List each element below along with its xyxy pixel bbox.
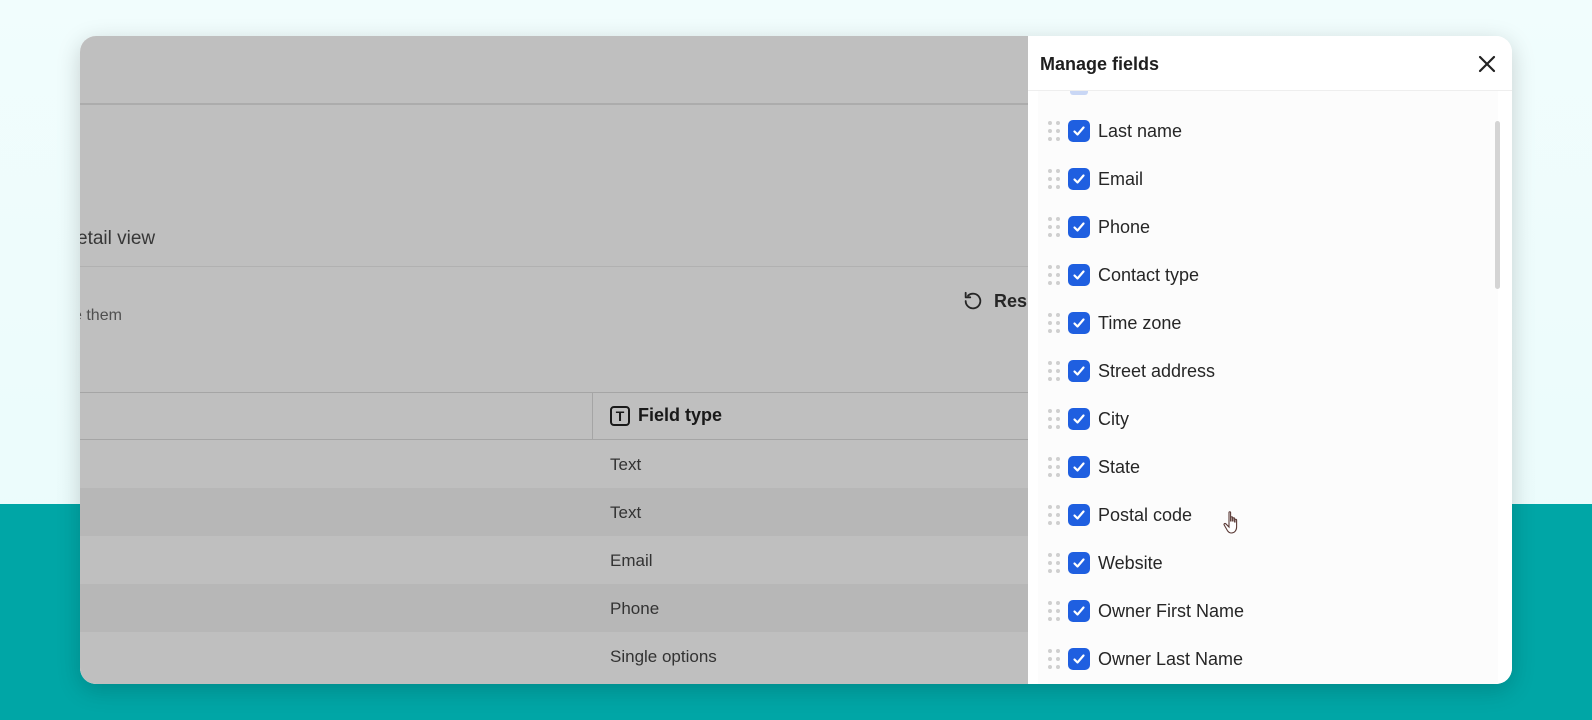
close-icon	[1478, 55, 1496, 73]
field-checkbox[interactable]	[1068, 216, 1090, 238]
partial-checkbox	[1070, 91, 1088, 95]
checkmark-icon	[1073, 558, 1085, 568]
field-list-item[interactable]: Last name	[1038, 111, 1182, 151]
field-checkbox[interactable]	[1068, 552, 1090, 574]
scrollbar-thumb[interactable]	[1495, 121, 1500, 289]
drag-handle-icon[interactable]	[1048, 504, 1060, 526]
field-checkbox[interactable]	[1068, 120, 1090, 142]
field-list-item[interactable]: Owner Last Name	[1038, 639, 1243, 679]
checkmark-icon	[1073, 654, 1085, 664]
manage-fields-panel: Manage fields Last name Email Phone Contact…	[1028, 36, 1512, 684]
checkmark-icon	[1073, 270, 1085, 280]
drag-handle-icon[interactable]	[1048, 216, 1060, 238]
field-label: State	[1098, 456, 1141, 477]
panel-title: Manage fields	[1040, 54, 1160, 74]
drag-handle-icon[interactable]	[1048, 648, 1060, 670]
field-list-item[interactable]: Phone	[1038, 207, 1150, 247]
field-checkbox[interactable]	[1068, 360, 1090, 382]
field-label: Owner First Name	[1098, 600, 1245, 621]
checkmark-icon	[1073, 462, 1085, 472]
field-label: Email	[1098, 168, 1144, 189]
field-list-item[interactable]: Postal code	[1038, 495, 1192, 535]
field-label: Owner Last Name	[1098, 648, 1244, 669]
drag-handle-icon[interactable]	[1048, 600, 1060, 622]
modal-overlay[interactable]	[80, 36, 1028, 684]
hand-cursor-icon	[1223, 511, 1238, 534]
drag-handle-icon[interactable]	[1048, 168, 1060, 190]
checkmark-icon	[1073, 126, 1085, 136]
checkmark-icon	[1073, 174, 1085, 184]
field-checkbox[interactable]	[1068, 408, 1090, 430]
field-list-item[interactable]: Owner First Name	[1038, 591, 1244, 631]
drag-handle-icon[interactable]	[1048, 120, 1060, 142]
field-checkbox[interactable]	[1068, 504, 1090, 526]
close-button[interactable]	[1476, 53, 1498, 75]
field-checkbox[interactable]	[1068, 600, 1090, 622]
field-checkbox[interactable]	[1068, 168, 1090, 190]
field-label: Phone	[1098, 216, 1151, 237]
checkmark-icon	[1073, 510, 1085, 520]
field-list-item[interactable]: City	[1038, 399, 1129, 439]
field-checkbox[interactable]	[1068, 264, 1090, 286]
drag-handle-icon[interactable]	[1048, 456, 1060, 478]
field-list-item[interactable]: Contact type	[1038, 255, 1199, 295]
field-label: Street address	[1098, 360, 1216, 381]
field-list-item[interactable]: Street address	[1038, 351, 1215, 391]
field-checkbox[interactable]	[1068, 312, 1090, 334]
field-list-item[interactable]: Time zone	[1038, 303, 1181, 343]
drag-handle-icon[interactable]	[1048, 312, 1060, 334]
checkmark-icon	[1073, 606, 1085, 616]
panel-header: Manage fields	[1028, 36, 1512, 91]
field-label: Last name	[1098, 120, 1183, 141]
app-window: etail view e them Res T Field type Text …	[80, 36, 1512, 684]
field-label: Postal code	[1098, 504, 1193, 525]
checkmark-icon	[1073, 318, 1085, 328]
fields-list[interactable]: Last name Email Phone Contact type Time zone…	[1038, 91, 1498, 684]
drag-handle-icon[interactable]	[1048, 408, 1060, 430]
field-label: City	[1098, 408, 1129, 429]
checkmark-icon	[1073, 366, 1085, 376]
field-label: Contact type	[1098, 264, 1200, 285]
field-list-item[interactable]: Website	[1038, 543, 1163, 583]
drag-handle-icon[interactable]	[1048, 264, 1060, 286]
drag-handle-icon[interactable]	[1048, 360, 1060, 382]
field-label: Website	[1098, 552, 1163, 573]
field-checkbox[interactable]	[1068, 456, 1090, 478]
field-list-item[interactable]: Email	[1038, 159, 1143, 199]
checkmark-icon	[1073, 222, 1085, 232]
drag-handle-icon[interactable]	[1048, 552, 1060, 574]
field-list-item[interactable]: State	[1038, 447, 1140, 487]
checkmark-icon	[1073, 414, 1085, 424]
field-label: Time zone	[1098, 312, 1182, 333]
field-checkbox[interactable]	[1068, 648, 1090, 670]
